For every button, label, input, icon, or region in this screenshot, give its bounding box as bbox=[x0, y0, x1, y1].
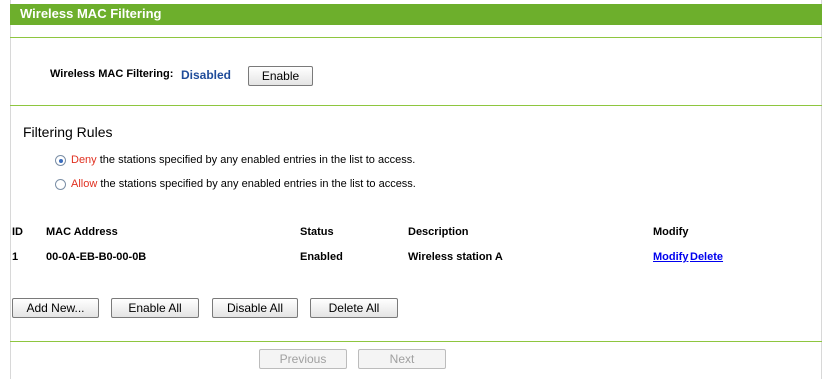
row-status: Enabled bbox=[300, 251, 343, 263]
deny-keyword: Deny bbox=[71, 154, 97, 166]
previous-button[interactable]: Previous bbox=[259, 349, 347, 369]
delete-link[interactable]: Delete bbox=[690, 251, 723, 263]
disable-all-button[interactable]: Disable All bbox=[212, 298, 298, 318]
deny-option-label: Deny the stations specified by any enabl… bbox=[71, 154, 415, 166]
row-id: 1 bbox=[12, 251, 19, 263]
divider bbox=[10, 105, 822, 106]
filtering-rules-heading: Filtering Rules bbox=[23, 124, 113, 140]
column-header-description: Description bbox=[408, 226, 469, 238]
title-bar: Wireless MAC Filtering bbox=[10, 4, 822, 25]
allow-keyword: Allow bbox=[71, 178, 98, 190]
row-mac-address: 00-0A-EB-B0-00-0B bbox=[46, 251, 147, 263]
column-header-id: ID bbox=[12, 226, 23, 238]
column-header-status: Status bbox=[300, 226, 334, 238]
mac-filtering-status: Disabled bbox=[181, 68, 232, 82]
delete-all-button[interactable]: Delete All bbox=[310, 298, 398, 318]
add-new-button[interactable]: Add New... bbox=[12, 298, 99, 318]
column-header-mac: MAC Address bbox=[46, 226, 118, 238]
mac-filtering-label: Wireless MAC Filtering: bbox=[50, 68, 174, 80]
allow-option-text: the stations specified by any enabled en… bbox=[97, 178, 416, 190]
divider bbox=[10, 341, 822, 342]
divider bbox=[10, 37, 822, 38]
deny-radio[interactable] bbox=[55, 155, 66, 166]
next-button[interactable]: Next bbox=[358, 349, 446, 369]
row-description: Wireless station A bbox=[408, 251, 503, 263]
column-header-modify: Modify bbox=[653, 226, 689, 238]
allow-radio[interactable] bbox=[55, 179, 66, 190]
deny-option-text: the stations specified by any enabled en… bbox=[96, 154, 416, 166]
enable-button[interactable]: Enable bbox=[248, 66, 313, 86]
modify-link[interactable]: Modify bbox=[653, 251, 688, 263]
page-title: Wireless MAC Filtering bbox=[20, 6, 162, 21]
enable-all-button[interactable]: Enable All bbox=[111, 298, 199, 318]
allow-option-label: Allow the stations specified by any enab… bbox=[71, 178, 416, 190]
